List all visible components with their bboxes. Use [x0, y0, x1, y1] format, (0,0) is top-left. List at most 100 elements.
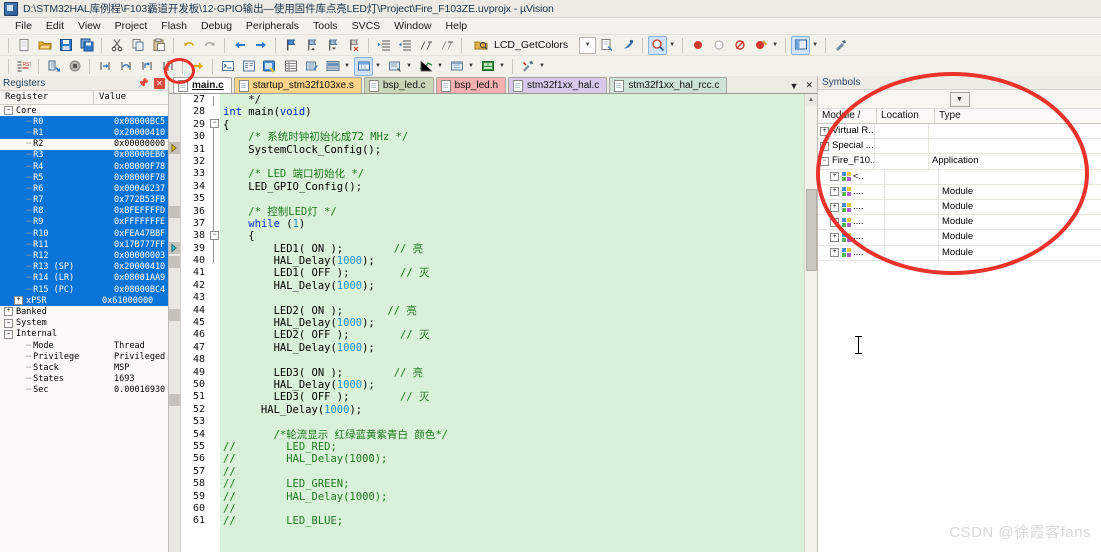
code-line[interactable]: [220, 354, 804, 366]
menu-item-window[interactable]: Window: [387, 19, 438, 33]
register-value[interactable]: 0x08000BC4: [114, 285, 168, 295]
symbol-row[interactable]: +.... Module: [818, 215, 1101, 231]
system-viewer-icon[interactable]: [478, 57, 497, 76]
toolbox-dropdown-icon[interactable]: ▼: [538, 58, 546, 75]
run-icon[interactable]: [44, 57, 63, 76]
code-line[interactable]: //: [220, 466, 804, 478]
chevron-down-icon[interactable]: ▼: [949, 91, 970, 107]
register-row[interactable]: + Banked: [0, 306, 168, 317]
expand-icon[interactable]: +: [830, 172, 839, 182]
register-row[interactable]: ─ R10 0xFEA47BBF: [0, 228, 168, 240]
code-line[interactable]: //: [220, 503, 804, 515]
symbol-row[interactable]: +.... Module: [818, 199, 1101, 216]
bookmark-clear-icon[interactable]: [344, 36, 363, 55]
code-line[interactable]: [220, 156, 804, 168]
code-line[interactable]: // LED_BLUE;: [220, 515, 804, 527]
pin-icon[interactable]: 📌: [138, 78, 149, 89]
register-row[interactable]: ─ R11 0x17B777FF: [0, 239, 168, 251]
symbol-row[interactable]: +.... Module: [818, 184, 1101, 200]
code-line[interactable]: LED_GPIO_Config();: [220, 181, 804, 193]
call-stack-icon[interactable]: [302, 57, 321, 76]
code-line[interactable]: [220, 292, 804, 304]
symbol-row[interactable]: + Special ...: [818, 139, 1101, 155]
register-row[interactable]: ─ R3 0x08000EB6: [0, 149, 168, 161]
comment-icon[interactable]: //: [416, 36, 435, 55]
register-value[interactable]: 0x20000410: [114, 262, 168, 272]
analysis-window-icon[interactable]: [416, 57, 435, 76]
editor-breakpoint-gutter[interactable]: [169, 94, 181, 552]
symbols-tree[interactable]: + Virtual R... + Special ... − Fire_F10... App…: [818, 124, 1101, 552]
editor-vertical-scrollbar[interactable]: ▲: [804, 94, 817, 552]
register-value[interactable]: 0x61000000: [102, 296, 168, 306]
expand-icon[interactable]: +: [830, 248, 839, 258]
kill-all-breakpoints-icon[interactable]: [730, 36, 749, 55]
navigate-forward-icon[interactable]: [251, 36, 270, 55]
collapse-icon[interactable]: −: [4, 329, 13, 339]
code-line[interactable]: */: [220, 94, 804, 106]
outdent-icon[interactable]: [395, 36, 414, 55]
register-row[interactable]: ─ R9 0xFFFFFFFE: [0, 216, 168, 229]
code-line[interactable]: LED2( OFF ); // 灭: [220, 329, 804, 341]
register-row[interactable]: ─ R12 0x00000003: [0, 250, 168, 262]
analysis-dropdown-icon[interactable]: ▼: [436, 58, 444, 75]
trace-window-icon[interactable]: [447, 57, 466, 76]
collapse-icon[interactable]: −: [4, 106, 13, 116]
code-line[interactable]: LED3( ON ); // 亮: [220, 367, 804, 379]
copy-icon[interactable]: [128, 36, 147, 55]
menu-item-flash[interactable]: Flash: [154, 19, 194, 33]
close-icon[interactable]: ✕: [154, 77, 165, 89]
code-line[interactable]: LED1( OFF ); // 灭: [220, 267, 804, 279]
registers-window-icon[interactable]: [281, 57, 300, 76]
register-value[interactable]: 0x08000F78: [114, 173, 168, 183]
editor-tab-stm32f1xx-hal-c[interactable]: stm32f1xx_hal.c: [508, 77, 608, 93]
bookmark-next-icon[interactable]: [323, 36, 342, 55]
memory-dropdown-icon[interactable]: ▼: [374, 58, 382, 75]
code-line[interactable]: SystemClock_Config();: [220, 144, 804, 156]
step-out-icon[interactable]: [137, 57, 156, 76]
step-over-icon[interactable]: [116, 57, 135, 76]
code-line[interactable]: /* 控制LED灯 */: [220, 206, 804, 218]
chevron-down-icon[interactable]: ▼: [790, 81, 799, 91]
register-value[interactable]: 0xBFEFFFFD: [114, 206, 168, 216]
watch-dropdown-icon[interactable]: ▼: [343, 58, 351, 75]
register-row[interactable]: + xPSR 0x61000000: [0, 295, 168, 307]
memory-window-icon[interactable]: [354, 56, 373, 76]
scrollbar-thumb[interactable]: [806, 189, 817, 271]
collapse-icon[interactable]: −: [820, 156, 829, 166]
register-row[interactable]: − Core: [0, 105, 168, 116]
symbol-search-combo[interactable]: LCD_GetColors: [468, 37, 571, 53]
symbol-search-dropdown-icon[interactable]: ▼: [579, 36, 597, 54]
symbol-row[interactable]: + Virtual R...: [818, 124, 1101, 140]
code-line[interactable]: // LED_RED;: [220, 441, 804, 453]
collapse-icon[interactable]: −: [4, 318, 13, 328]
code-line[interactable]: while (1): [220, 218, 804, 230]
menu-item-edit[interactable]: Edit: [39, 19, 71, 33]
register-value[interactable]: 0x20000410: [114, 128, 168, 138]
register-row[interactable]: ─ R8 0xBFEFFFFD: [0, 205, 168, 217]
register-row[interactable]: ─ R1 0x20000410: [0, 127, 168, 139]
menu-item-debug[interactable]: Debug: [194, 19, 239, 33]
expand-icon[interactable]: +: [820, 141, 829, 151]
code-line[interactable]: HAL_Delay(1000);: [220, 404, 804, 416]
code-line[interactable]: {: [220, 119, 804, 131]
system-viewer-dropdown-icon[interactable]: ▼: [498, 58, 506, 75]
register-row[interactable]: ─ R5 0x08000F78: [0, 172, 168, 184]
register-value[interactable]: Privileged: [114, 352, 168, 362]
scroll-up-arrow-icon[interactable]: ▲: [805, 94, 817, 106]
disable-all-breakpoints-icon[interactable]: [751, 36, 770, 55]
register-value[interactable]: 0x08000F78: [114, 162, 168, 172]
code-line[interactable]: HAL_Delay(1000);: [220, 317, 804, 329]
expand-icon[interactable]: +: [4, 307, 13, 317]
register-row[interactable]: ─ R7 0x772B53FB: [0, 194, 168, 206]
new-file-icon[interactable]: [14, 36, 33, 55]
bookmark-prev-icon[interactable]: [302, 36, 321, 55]
bookmark-toggle-icon[interactable]: [281, 36, 300, 55]
editor-tab-bsp-led-c[interactable]: bsp_led.c: [363, 77, 434, 93]
register-row[interactable]: − System: [0, 318, 168, 329]
reset-cpu-icon[interactable]: RST: [14, 57, 33, 76]
navigate-back-icon[interactable]: [230, 36, 249, 55]
code-line[interactable]: /* LED 端口初始化 */: [220, 168, 804, 180]
redo-icon[interactable]: [200, 36, 219, 55]
register-row[interactable]: − Internal: [0, 329, 168, 340]
menu-item-peripherals[interactable]: Peripherals: [239, 19, 306, 33]
